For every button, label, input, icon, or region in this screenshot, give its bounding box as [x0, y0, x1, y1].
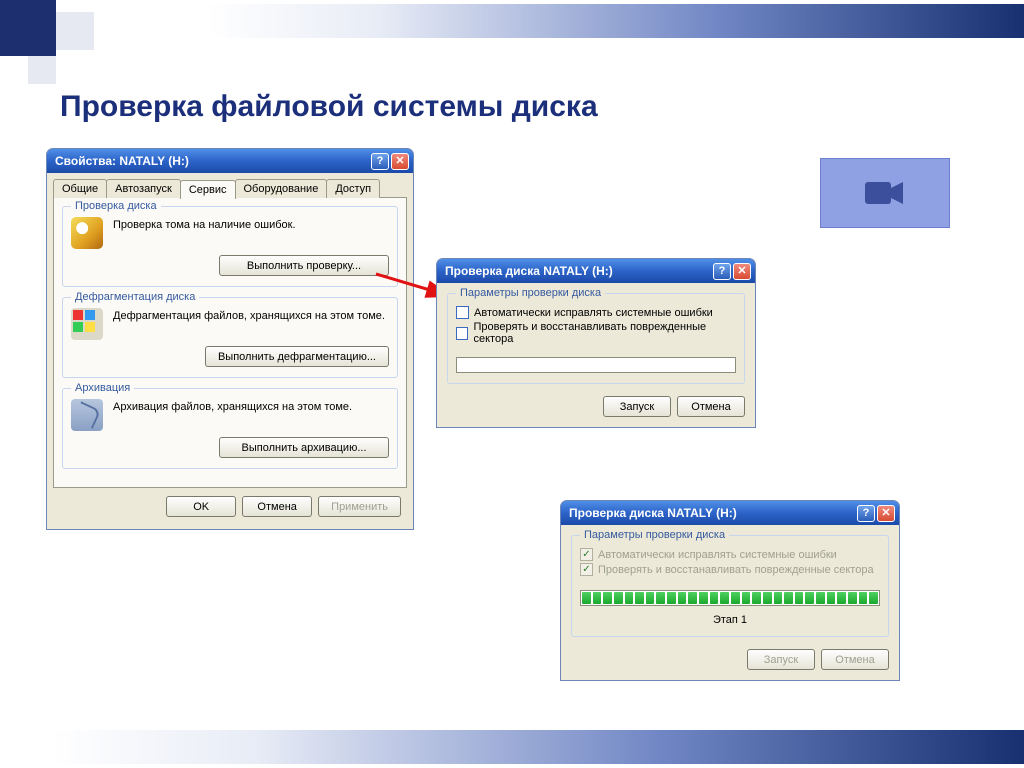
- group-check-legend: Проверка диска: [71, 200, 161, 212]
- checkdisk-title-text: Проверка диска NATALY (H:): [445, 264, 711, 278]
- tab-autorun[interactable]: Автозапуск: [106, 179, 181, 198]
- group-check: Проверка диска Проверка тома на наличие …: [62, 206, 398, 287]
- progress-segment: [625, 592, 634, 604]
- camera-icon: [863, 178, 907, 208]
- progress-segment: [635, 592, 644, 604]
- close-button[interactable]: ✕: [391, 153, 409, 170]
- progress-segment: [805, 592, 814, 604]
- properties-title-text: Свойства: NATALY (H:): [55, 154, 369, 168]
- checkbox-fix-errors-label: Автоматически исправлять системные ошибк…: [598, 549, 837, 561]
- cancel-button[interactable]: Отмена: [677, 396, 745, 417]
- run-backup-button[interactable]: Выполнить архивацию...: [219, 437, 389, 458]
- progress-segment: [859, 592, 868, 604]
- progress-segment: [699, 592, 708, 604]
- disk-check-icon: [71, 217, 103, 249]
- apply-button[interactable]: Применить: [318, 496, 401, 517]
- progress-segment: [582, 592, 591, 604]
- tabpage-tools: Проверка диска Проверка тома на наличие …: [53, 197, 407, 488]
- running-options-group: Параметры проверки диска ✓ Автоматически…: [571, 535, 889, 637]
- progress-segment: [688, 592, 697, 604]
- close-button[interactable]: ✕: [877, 505, 895, 522]
- checkbox-fix-errors-disabled: ✓ Автоматически исправлять системные оши…: [580, 548, 880, 561]
- stage-label: Этап 1: [580, 614, 880, 626]
- checkbox-fix-errors[interactable]: Автоматически исправлять системные ошибк…: [456, 306, 736, 319]
- ok-button[interactable]: OK: [166, 496, 236, 517]
- progress-segment: [837, 592, 846, 604]
- properties-window: Свойства: NATALY (H:) ? ✕ Общие Автозапу…: [46, 148, 414, 530]
- progress-segment: [742, 592, 751, 604]
- checkbox-scan-sectors[interactable]: Проверять и восстанавливать поврежденные…: [456, 321, 736, 345]
- progress-segment: [710, 592, 719, 604]
- progress-segment: [656, 592, 665, 604]
- help-button[interactable]: ?: [371, 153, 389, 170]
- progress-segment: [731, 592, 740, 604]
- progress-segment: [593, 592, 602, 604]
- group-backup-legend: Архивация: [71, 382, 134, 394]
- progress-segment: [646, 592, 655, 604]
- checkbox-checked-icon: ✓: [580, 548, 593, 561]
- progress-segment: [603, 592, 612, 604]
- progress-segment: [752, 592, 761, 604]
- cancel-button[interactable]: Отмена: [242, 496, 312, 517]
- progress-segment: [678, 592, 687, 604]
- checkdisk-options-group: Параметры проверки диска Автоматически и…: [447, 293, 745, 384]
- progress-bar-empty: [456, 357, 736, 373]
- group-check-text: Проверка тома на наличие ошибок.: [113, 217, 389, 231]
- start-button-disabled: Запуск: [747, 649, 815, 670]
- checkbox-checked-icon: ✓: [580, 563, 593, 576]
- checkbox-scan-sectors-label: Проверять и восстанавливать поврежденные…: [598, 564, 874, 576]
- group-defrag-text: Дефрагментация файлов, хранящихся на это…: [113, 308, 389, 322]
- group-backup: Архивация Архивация файлов, хранящихся н…: [62, 388, 398, 469]
- running-legend: Параметры проверки диска: [580, 529, 729, 541]
- defrag-icon: [71, 308, 103, 340]
- start-button[interactable]: Запуск: [603, 396, 671, 417]
- tabstrip: Общие Автозапуск Сервис Оборудование Дос…: [53, 179, 407, 198]
- checkdisk-running-title-text: Проверка диска NATALY (H:): [569, 506, 855, 520]
- progress-segment: [848, 592, 857, 604]
- tab-tools[interactable]: Сервис: [180, 180, 236, 199]
- properties-titlebar[interactable]: Свойства: NATALY (H:) ? ✕: [47, 149, 413, 173]
- progress-bar: [580, 590, 880, 606]
- properties-buttons: OK Отмена Применить: [53, 488, 407, 523]
- progress-segment: [763, 592, 772, 604]
- run-defrag-button[interactable]: Выполнить дефрагментацию...: [205, 346, 389, 367]
- checkbox-icon: [456, 327, 468, 340]
- progress-segment: [614, 592, 623, 604]
- checkdisk-titlebar[interactable]: Проверка диска NATALY (H:) ? ✕: [437, 259, 755, 283]
- tab-hardware[interactable]: Оборудование: [235, 179, 328, 198]
- checkbox-icon: [456, 306, 469, 319]
- decor-bar-bottom: [0, 730, 1024, 764]
- run-check-button[interactable]: Выполнить проверку...: [219, 255, 389, 276]
- group-backup-text: Архивация файлов, хранящихся на этом том…: [113, 399, 389, 413]
- tab-sharing[interactable]: Доступ: [326, 179, 380, 198]
- checkdisk-buttons: Запуск Отмена: [447, 394, 745, 417]
- progress-segment: [784, 592, 793, 604]
- help-button[interactable]: ?: [713, 263, 731, 280]
- tab-general[interactable]: Общие: [53, 179, 107, 198]
- close-button[interactable]: ✕: [733, 263, 751, 280]
- video-tile[interactable]: [820, 158, 950, 228]
- group-defrag-legend: Дефрагментация диска: [71, 291, 199, 303]
- progress-segment: [827, 592, 836, 604]
- progress-segment: [795, 592, 804, 604]
- checkbox-scan-sectors-disabled: ✓ Проверять и восстанавливать поврежденн…: [580, 563, 880, 576]
- progress-segment: [816, 592, 825, 604]
- page-title: Проверка файловой системы диска: [60, 90, 598, 124]
- running-buttons: Запуск Отмена: [571, 647, 889, 670]
- group-defrag: Дефрагментация диска Дефрагментация файл…: [62, 297, 398, 378]
- cancel-button-disabled: Отмена: [821, 649, 889, 670]
- checkbox-fix-errors-label: Автоматически исправлять системные ошибк…: [474, 307, 713, 319]
- decor-bar-top: [164, 4, 1024, 38]
- backup-icon: [71, 399, 103, 431]
- progress-segment: [720, 592, 729, 604]
- progress-segment: [774, 592, 783, 604]
- checkbox-scan-sectors-label: Проверять и восстанавливать поврежденные…: [473, 321, 736, 345]
- progress-segment: [869, 592, 878, 604]
- checkdisk-running-dialog: Проверка диска NATALY (H:) ? ✕ Параметры…: [560, 500, 900, 681]
- checkdisk-running-titlebar[interactable]: Проверка диска NATALY (H:) ? ✕: [561, 501, 899, 525]
- help-button[interactable]: ?: [857, 505, 875, 522]
- checkdisk-legend: Параметры проверки диска: [456, 287, 605, 299]
- checkdisk-dialog: Проверка диска NATALY (H:) ? ✕ Параметры…: [436, 258, 756, 428]
- progress-segment: [667, 592, 676, 604]
